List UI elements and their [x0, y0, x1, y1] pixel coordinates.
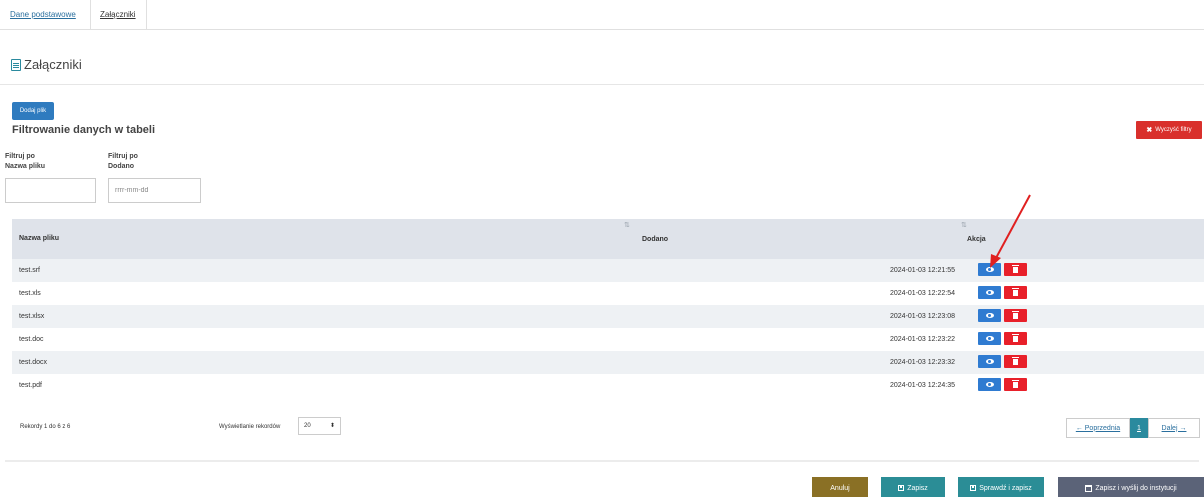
column-header-name[interactable]: Nazwa pliku [19, 235, 59, 242]
cell-added-date: 2024-01-03 12:23:32 [890, 359, 955, 366]
tab-attachments[interactable]: Załączniki [90, 0, 147, 30]
check-and-save-label: Sprawdź i zapisz [979, 484, 1032, 492]
view-button[interactable] [978, 332, 1001, 345]
delete-button[interactable] [1004, 332, 1027, 345]
trash-icon [1012, 379, 1019, 388]
save-and-send-label: Zapisz i wyślij do instytucji [1095, 484, 1177, 492]
cell-added-date: 2024-01-03 12:23:08 [890, 313, 955, 320]
cell-added-date: 2024-01-03 12:23:22 [890, 336, 955, 343]
filter-date-input[interactable] [108, 178, 201, 203]
table-row: test.srf 2024-01-03 12:21:55 [12, 259, 1204, 282]
eye-icon [985, 336, 994, 341]
page-title-text: Załączniki [24, 57, 82, 72]
eye-icon [985, 290, 994, 295]
per-page-select[interactable]: 20 ⬍ [298, 417, 341, 435]
cell-added-date: 2024-01-03 12:21:55 [890, 267, 955, 274]
delete-button[interactable] [1004, 378, 1027, 391]
cell-file-name: test.pdf [19, 382, 42, 389]
table-header: Nazwa pliku ⇅ Dodano ⇅ Akcja [12, 219, 1204, 259]
column-header-action: Akcja [967, 236, 986, 243]
prev-page-button[interactable]: ← Poprzednia [1066, 418, 1130, 438]
check-and-save-button[interactable]: Sprawdź i zapisz [958, 477, 1044, 497]
cell-added-date: 2024-01-03 12:24:35 [890, 382, 955, 389]
per-page-label: Wyświetlanie rekordów [219, 424, 281, 430]
eye-icon [985, 313, 994, 318]
per-page-value: 20 [304, 423, 311, 429]
next-page-button[interactable]: Dalej → [1148, 418, 1200, 438]
trash-icon [1012, 287, 1019, 296]
filter-date-label-line1: Filtruj po [108, 153, 138, 160]
add-file-button[interactable]: Dodaj plik [12, 102, 54, 120]
filter-name-input[interactable] [5, 178, 96, 203]
calendar-icon [1085, 484, 1093, 492]
trash-icon [1012, 333, 1019, 342]
page-1-button[interactable]: 1 [1130, 418, 1148, 438]
close-icon: ✖ [1146, 127, 1153, 134]
eye-icon [985, 359, 994, 364]
document-icon [11, 58, 21, 71]
delete-button[interactable] [1004, 263, 1027, 276]
filter-name-label-line2: Nazwa pliku [5, 163, 46, 170]
page-title: Załączniki [11, 57, 82, 72]
tab-bar: Dane podstawowe Załączniki [0, 0, 1204, 30]
delete-button[interactable] [1004, 286, 1027, 299]
save-button[interactable]: Zapisz [881, 477, 945, 497]
column-header-added[interactable]: Dodano [642, 236, 668, 243]
cell-added-date: 2024-01-03 12:22:54 [890, 290, 955, 297]
records-info: Rekordy 1 do 6 z 6 [20, 424, 71, 430]
eye-icon [985, 382, 994, 387]
view-button[interactable] [978, 378, 1001, 391]
floppy-icon [898, 485, 905, 491]
eye-icon [985, 267, 994, 272]
trash-icon [1012, 356, 1019, 365]
table-row: test.xls 2024-01-03 12:22:54 [12, 282, 1204, 305]
floppy-icon [970, 485, 977, 491]
sort-icon[interactable]: ⇅ [961, 221, 967, 229]
cell-file-name: test.xlsx [19, 313, 45, 320]
attachments-table: Nazwa pliku ⇅ Dodano ⇅ Akcja test.srf 202… [12, 219, 1204, 397]
table-row: test.pdf 2024-01-03 12:24:35 [12, 374, 1204, 397]
view-button[interactable] [978, 286, 1001, 299]
filter-date-label-line2: Dodano [108, 163, 135, 170]
sort-icon[interactable]: ⇅ [624, 221, 630, 229]
table-row: test.doc 2024-01-03 12:23:22 [12, 328, 1204, 351]
table-row: test.docx 2024-01-03 12:23:32 [12, 351, 1204, 374]
filter-name-label: Filtruj po Nazwa pliku [5, 152, 75, 172]
cell-file-name: test.srf [19, 267, 41, 274]
trash-icon [1012, 310, 1019, 319]
clear-filters-label: Wyczyść filtry [1155, 127, 1192, 133]
divider [0, 84, 1204, 85]
delete-button[interactable] [1004, 309, 1027, 322]
view-button[interactable] [978, 355, 1001, 368]
filter-name-label-line1: Filtruj po [5, 153, 35, 160]
table-body: test.srf 2024-01-03 12:21:55 test.xls 2024-… [12, 259, 1204, 397]
view-button[interactable] [978, 263, 1001, 276]
cell-file-name: test.doc [19, 336, 44, 343]
cell-file-name: test.xls [19, 290, 41, 297]
filter-title: Filtrowanie danych w tabeli [12, 124, 156, 136]
filter-date-label: Filtruj po Dodano [108, 152, 178, 172]
save-and-send-button[interactable]: Zapisz i wyślij do instytucji [1058, 477, 1204, 497]
divider [5, 460, 1199, 462]
trash-icon [1012, 264, 1019, 273]
cancel-button[interactable]: Anuluj [812, 477, 868, 497]
table-row: test.xlsx 2024-01-03 12:23:08 [12, 305, 1204, 328]
view-button[interactable] [978, 309, 1001, 322]
save-label: Zapisz [907, 484, 928, 492]
tab-basic-data[interactable]: Dane podstawowe [10, 0, 76, 30]
delete-button[interactable] [1004, 355, 1027, 368]
chevron-updown-icon: ⬍ [329, 423, 335, 429]
clear-filters-button[interactable]: ✖ Wyczyść filtry [1136, 121, 1202, 139]
cell-file-name: test.docx [19, 359, 48, 366]
